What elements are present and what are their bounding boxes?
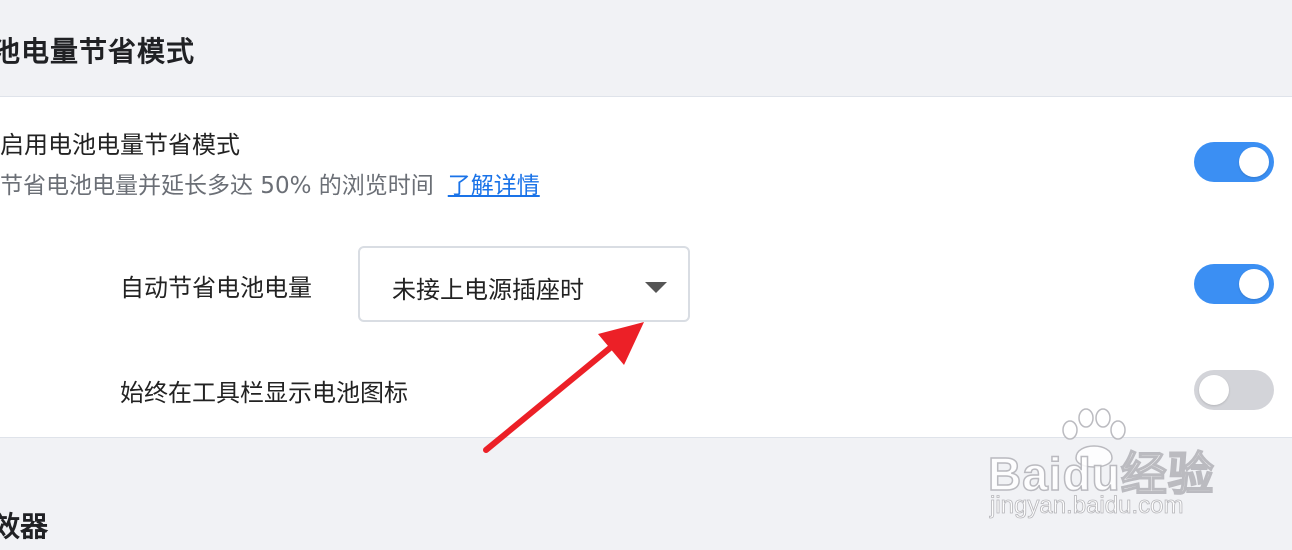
auto-saver-select-value: 未接上电源插座时 <box>392 276 584 304</box>
battery-saver-title: 启用电池电量节省模式 <box>0 131 240 159</box>
toolbar-icon-label: 始终在工具栏显示电池图标 <box>120 379 408 407</box>
auto-saver-toggle[interactable] <box>1194 264 1274 304</box>
battery-saver-description-text: 节省电池电量并延长多达 50% 的浏览时间 <box>0 173 434 199</box>
toolbar-icon-toggle[interactable] <box>1194 370 1274 410</box>
learn-more-link[interactable]: 了解详情 <box>448 173 540 199</box>
next-section-title: 效器 <box>0 510 49 543</box>
chevron-down-icon <box>645 282 667 293</box>
toggle-knob <box>1239 147 1269 177</box>
auto-saver-label: 自动节省电池电量 <box>120 274 312 302</box>
toggle-knob <box>1239 269 1269 299</box>
watermark-url: jingyan.baidu.com <box>990 492 1184 520</box>
battery-saver-toggle[interactable] <box>1194 142 1274 182</box>
section-title: 池电量节省模式 <box>0 35 196 68</box>
battery-saver-description: 节省电池电量并延长多达 50% 的浏览时间 了解详情 <box>0 166 540 200</box>
watermark-brand: Baidu经验 <box>987 447 1215 501</box>
auto-saver-select[interactable]: 未接上电源插座时 <box>358 246 690 322</box>
toggle-knob <box>1199 375 1229 405</box>
